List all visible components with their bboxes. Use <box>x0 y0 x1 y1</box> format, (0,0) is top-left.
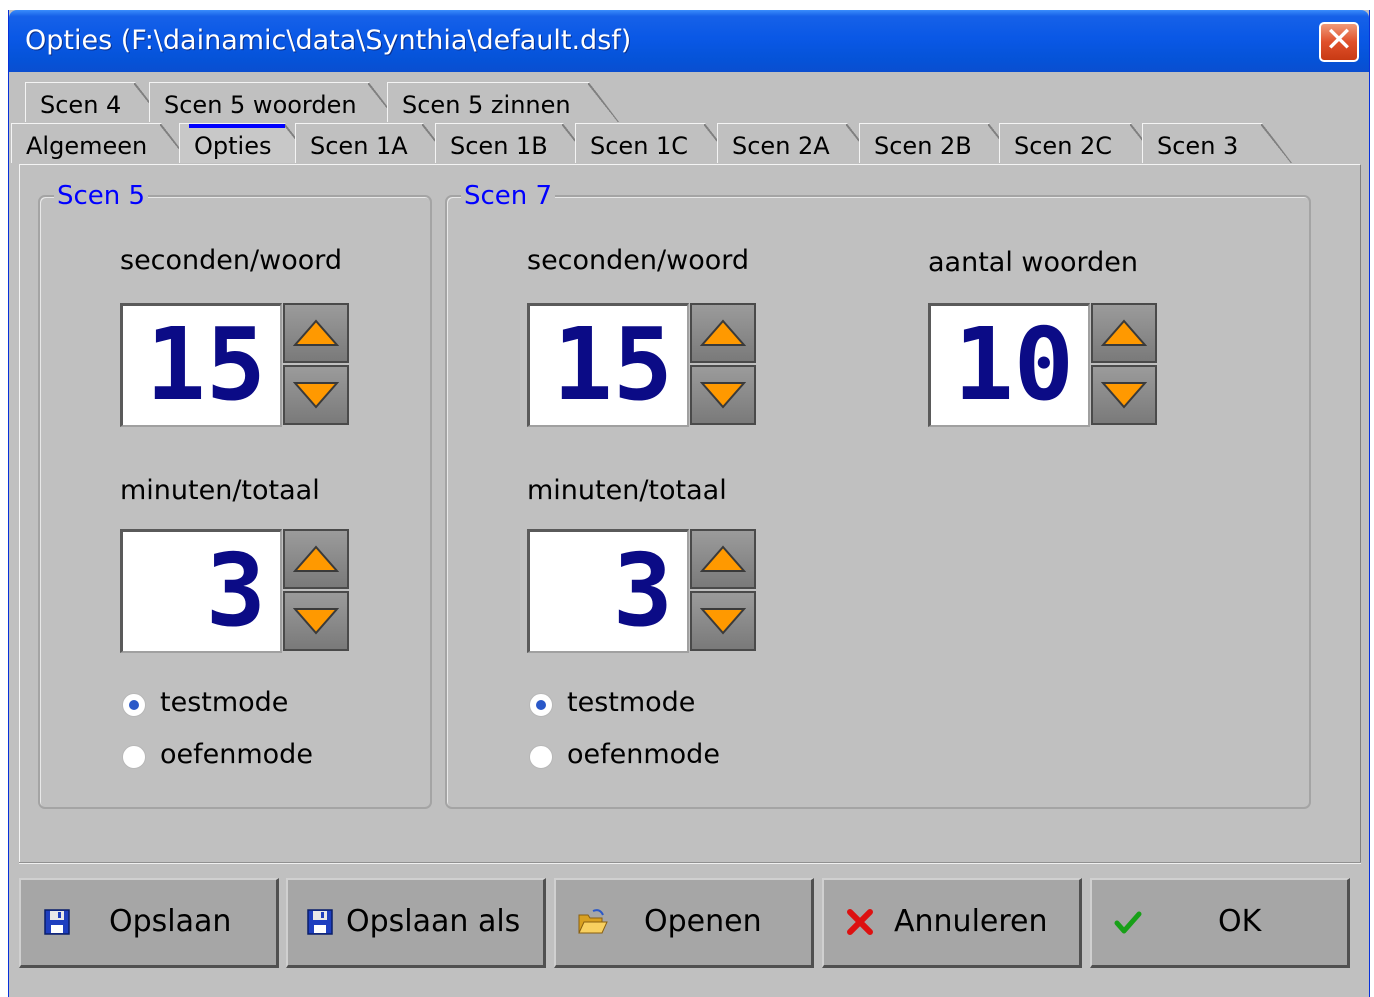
tab-scen-1a[interactable]: Scen 1A <box>295 123 453 163</box>
arrow-up-icon <box>1101 319 1147 346</box>
green-check-icon <box>1114 911 1142 934</box>
save-as-button-label: Opslaan als <box>346 904 521 939</box>
save-button-label: Opslaan <box>109 904 232 939</box>
close-button[interactable]: ✕ <box>1319 22 1359 62</box>
options-dialog: Opties (F:\dainamic\data\Synthia\default… <box>8 10 1370 997</box>
tab-scen-2a[interactable]: Scen 2A <box>717 123 877 163</box>
tab-label: Scen 3 <box>1157 132 1239 160</box>
arrow-up-icon <box>700 545 746 572</box>
tab-label: Opties <box>194 132 272 160</box>
scen7-group-title: Scen 7 <box>461 181 556 211</box>
radio-button <box>122 745 146 769</box>
floppy-disk-icon <box>44 909 70 935</box>
tab-label: Scen 1A <box>310 132 408 160</box>
scen7-aantal-label: aantal woorden <box>928 247 1139 278</box>
save-as-button[interactable]: Opslaan als <box>286 878 546 968</box>
scen5-minuten-up-button[interactable] <box>283 529 349 589</box>
arrow-down-icon <box>293 608 339 635</box>
tab-label: Scen 2B <box>874 132 972 160</box>
arrow-down-icon <box>293 382 339 409</box>
scen7-aantal-display[interactable]: 10 <box>928 303 1090 427</box>
scen7-seconden-label: seconden/woord <box>527 245 749 276</box>
scen5-minuten-down-button[interactable] <box>283 591 349 651</box>
ok-button-label: OK <box>1218 904 1262 939</box>
tab-scen-3[interactable]: Scen 3 <box>1142 123 1292 163</box>
ok-button[interactable]: OK <box>1090 878 1350 968</box>
scen7-seconden-up-button[interactable] <box>690 303 756 363</box>
scen5-seconden-down-button[interactable] <box>283 365 349 425</box>
scen7-minuten-display[interactable]: 3 <box>527 529 689 653</box>
radio-label: oefenmode <box>567 739 720 770</box>
open-button-label: Openen <box>644 904 762 939</box>
tab-label: Algemeen <box>26 132 148 160</box>
title-bar[interactable]: Opties (F:\dainamic\data\Synthia\default… <box>9 10 1369 72</box>
radio-button <box>529 745 553 769</box>
scen7-seconden-display[interactable]: 15 <box>527 303 689 427</box>
tab-scen-2b[interactable]: Scen 2B <box>859 123 1019 163</box>
arrow-down-icon <box>700 608 746 635</box>
scen7-aantal-spinner: 10 <box>928 303 1158 427</box>
tab-scen-1b[interactable]: Scen 1B <box>435 123 593 163</box>
window-title: Opties (F:\dainamic\data\Synthia\default… <box>25 25 632 56</box>
scen7-seconden-down-button[interactable] <box>690 365 756 425</box>
open-button[interactable]: Openen <box>554 878 814 968</box>
scen7-minuten-label: minuten/totaal <box>527 475 727 506</box>
tab-opties[interactable]: Opties <box>179 123 315 163</box>
arrow-down-icon <box>700 382 746 409</box>
red-x-icon <box>847 909 873 935</box>
scen5-minuten-display[interactable]: 3 <box>120 529 282 653</box>
tab-label: Scen 1C <box>590 132 689 160</box>
scen7-seconden-spinner: 15 <box>527 303 757 427</box>
scen7-minuten-down-button[interactable] <box>690 591 756 651</box>
radio-label: oefenmode <box>160 739 313 770</box>
save-button[interactable]: Opslaan <box>19 878 279 968</box>
tab-label: Scen 2A <box>732 132 830 160</box>
tab-scen-5-woorden[interactable]: Scen 5 woorden <box>149 82 399 122</box>
scen5-seconden-display[interactable]: 15 <box>120 303 282 427</box>
radio-button-checked <box>529 693 553 717</box>
tab-panel-opties: Scen 5 seconden/woord 15 minuten/totaal … <box>19 164 1361 864</box>
tab-label: Scen 2C <box>1014 132 1113 160</box>
tab-algemeen[interactable]: Algemeen <box>11 123 191 163</box>
tab-label: Scen 4 <box>40 91 122 119</box>
arrow-down-icon <box>1101 382 1147 409</box>
scen7-group: Scen 7 seconden/woord 15 aantal woorden … <box>445 181 1311 809</box>
tab-label: Scen 5 zinnen <box>402 91 571 119</box>
tab-scen-1c[interactable]: Scen 1C <box>575 123 735 163</box>
tab-scen-2c[interactable]: Scen 2C <box>999 123 1161 163</box>
close-icon: ✕ <box>1324 20 1354 60</box>
radio-button-checked <box>122 693 146 717</box>
arrow-up-icon <box>700 319 746 346</box>
open-folder-icon <box>578 909 608 934</box>
tab-label: Scen 1B <box>450 132 548 160</box>
scen5-group-title: Scen 5 <box>54 181 149 211</box>
tab-scen-5-zinnen[interactable]: Scen 5 zinnen <box>387 82 619 122</box>
scen7-aantal-down-button[interactable] <box>1091 365 1157 425</box>
radio-label: testmode <box>567 687 696 718</box>
arrow-up-icon <box>293 319 339 346</box>
tab-label: Scen 5 woorden <box>164 91 357 119</box>
cancel-button[interactable]: Annuleren <box>822 878 1082 968</box>
scen7-aantal-up-button[interactable] <box>1091 303 1157 363</box>
floppy-disk-icon <box>307 909 333 935</box>
scen5-minuten-spinner: 3 <box>120 529 350 653</box>
footer-separator <box>19 862 1361 864</box>
active-tab-indicator <box>189 124 285 128</box>
cancel-button-label: Annuleren <box>894 904 1048 939</box>
tab-scen-4[interactable]: Scen 4 <box>25 82 165 122</box>
scen5-minuten-label: minuten/totaal <box>120 475 320 506</box>
scen7-minuten-up-button[interactable] <box>690 529 756 589</box>
scen5-seconden-up-button[interactable] <box>283 303 349 363</box>
radio-label: testmode <box>160 687 289 718</box>
scen5-group: Scen 5 seconden/woord 15 minuten/totaal … <box>38 181 432 809</box>
scen5-seconden-label: seconden/woord <box>120 245 342 276</box>
arrow-up-icon <box>293 545 339 572</box>
scen7-minuten-spinner: 3 <box>527 529 757 653</box>
scen5-seconden-spinner: 15 <box>120 303 350 427</box>
